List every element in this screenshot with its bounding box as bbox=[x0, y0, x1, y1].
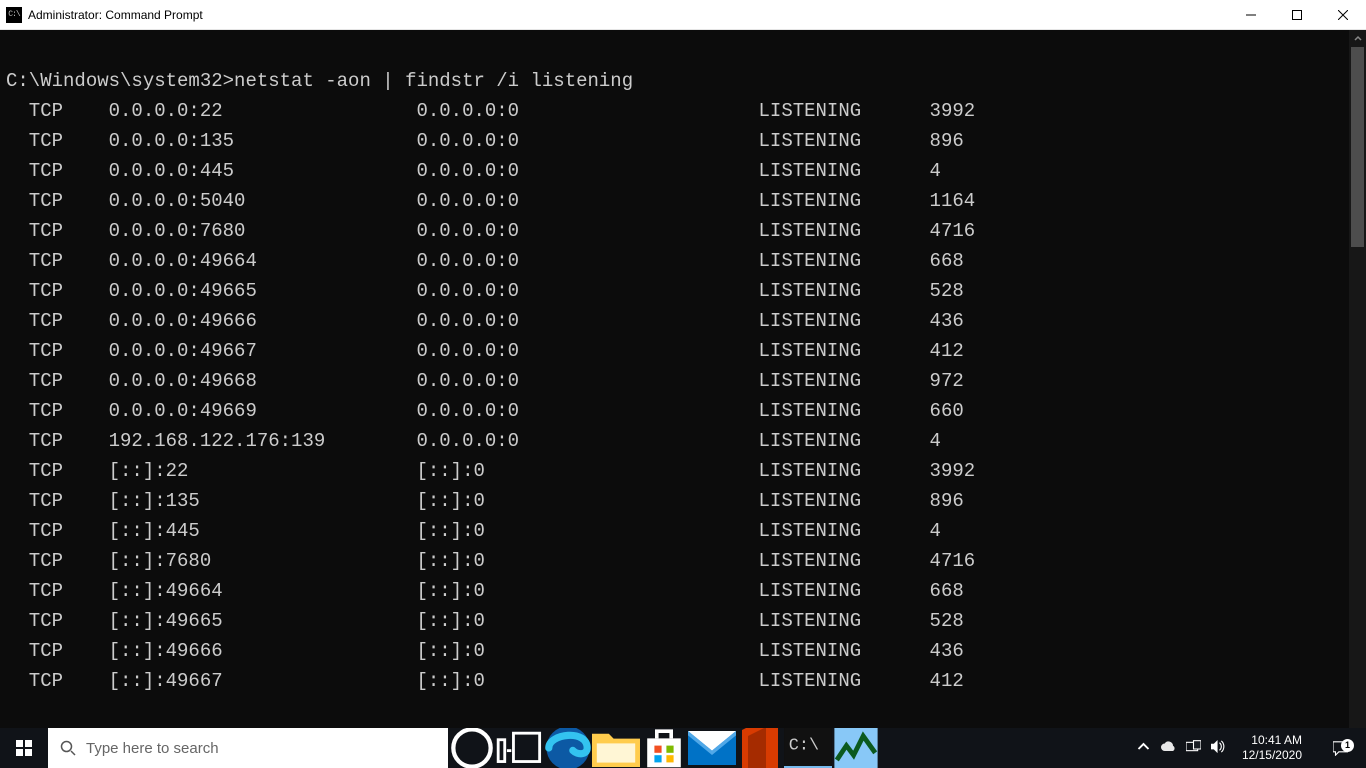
volume-icon[interactable] bbox=[1211, 739, 1226, 757]
close-button[interactable] bbox=[1320, 0, 1366, 30]
notification-badge: 1 bbox=[1341, 739, 1354, 752]
scrollbar-up-icon[interactable] bbox=[1349, 30, 1366, 47]
tray-overflow-icon[interactable] bbox=[1136, 739, 1151, 757]
file-explorer-icon[interactable] bbox=[592, 728, 640, 768]
task-manager-icon[interactable] bbox=[832, 728, 880, 768]
taskbar-spacer bbox=[880, 728, 1126, 768]
titlebar[interactable]: C:\ Administrator: Command Prompt bbox=[0, 0, 1366, 30]
cmd-app-icon: C:\ bbox=[6, 7, 22, 23]
minimize-button[interactable] bbox=[1228, 0, 1274, 30]
onedrive-icon[interactable] bbox=[1161, 739, 1176, 757]
scrollbar-thumb[interactable] bbox=[1351, 47, 1364, 247]
office-icon[interactable] bbox=[736, 728, 784, 768]
terminal-area: C:\Windows\system32>netstat -aon | finds… bbox=[0, 30, 1366, 728]
cmd-taskbar-icon[interactable]: C:\ bbox=[784, 728, 832, 768]
maximize-button[interactable] bbox=[1274, 0, 1320, 30]
clock-date: 12/15/2020 bbox=[1242, 748, 1302, 763]
vertical-scrollbar[interactable] bbox=[1349, 30, 1366, 728]
mail-icon[interactable] bbox=[688, 728, 736, 768]
taskbar-search[interactable]: Type here to search bbox=[48, 728, 448, 768]
start-button[interactable] bbox=[0, 728, 48, 768]
cmd-window: C:\ Administrator: Command Prompt C:\Win… bbox=[0, 0, 1366, 768]
taskbar: Type here to search C:\ bbox=[0, 728, 1366, 768]
search-placeholder: Type here to search bbox=[86, 740, 219, 757]
task-view-button[interactable] bbox=[496, 728, 544, 768]
network-icon[interactable] bbox=[1186, 739, 1201, 757]
taskbar-clock[interactable]: 10:41 AM 12/15/2020 bbox=[1236, 733, 1308, 763]
clock-time: 10:41 AM bbox=[1251, 733, 1302, 748]
cortana-button[interactable] bbox=[448, 728, 496, 768]
microsoft-store-icon[interactable] bbox=[640, 728, 688, 768]
system-tray: 10:41 AM 12/15/2020 1 bbox=[1126, 728, 1366, 768]
terminal-output[interactable]: C:\Windows\system32>netstat -aon | finds… bbox=[0, 30, 1349, 728]
cmd-app-icon-label: C:\ bbox=[8, 11, 19, 19]
edge-icon[interactable] bbox=[544, 728, 592, 768]
action-center-button[interactable]: 1 bbox=[1318, 741, 1362, 756]
svg-text:C:\: C:\ bbox=[789, 736, 819, 755]
window-title: Administrator: Command Prompt bbox=[28, 8, 203, 22]
search-icon bbox=[60, 740, 76, 756]
